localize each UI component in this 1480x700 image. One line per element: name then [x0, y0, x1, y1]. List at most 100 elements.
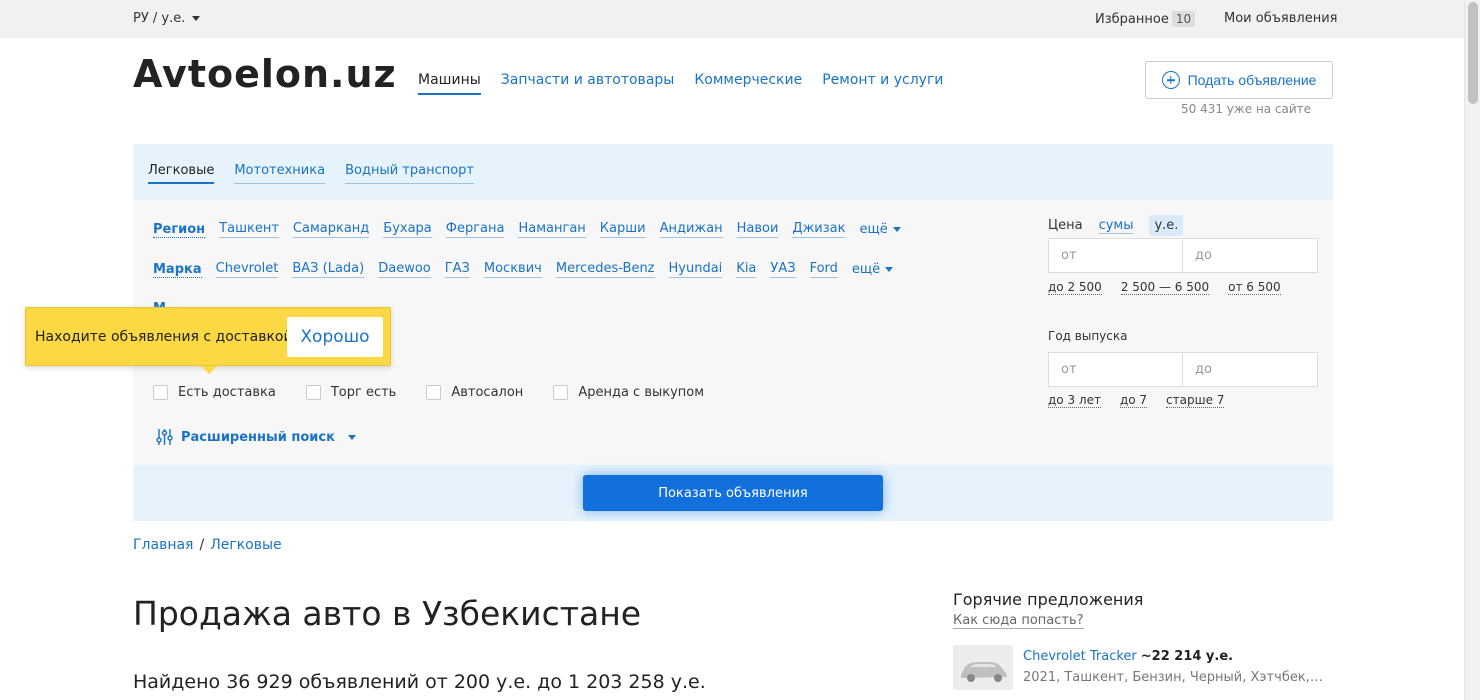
chevron-down-icon	[192, 16, 201, 21]
region-item[interactable]: Джизак	[792, 221, 846, 238]
chevron-down-icon	[885, 266, 894, 272]
delivery-tooltip: Находите объявления с доставкой Хорошо	[25, 307, 391, 374]
post-ad-button[interactable]: Подать объявление	[1145, 61, 1333, 99]
breadcrumb-home[interactable]: Главная	[133, 537, 193, 553]
tooltip-ok-button[interactable]: Хорошо	[287, 317, 383, 357]
brand-item[interactable]: Daewoo	[378, 261, 431, 278]
scrollbar-thumb[interactable]	[1468, 2, 1478, 104]
checkbox-dealer[interactable]: Автосалон	[426, 385, 523, 400]
currency-sum-toggle[interactable]: сумы	[1098, 218, 1134, 234]
favorites-count-badge: 10	[1171, 11, 1196, 27]
checkbox-lease[interactable]: Аренда с выкупом	[553, 385, 704, 400]
brand-item[interactable]: Hyundai	[668, 261, 723, 278]
region-label[interactable]: Регион	[153, 222, 206, 238]
price-from-input[interactable]	[1048, 238, 1183, 273]
results-summary: Найдено 36 929 объявлений от 200 у.е. до…	[133, 671, 706, 693]
plus-circle-icon	[1161, 71, 1180, 89]
nav-cars[interactable]: Машины	[418, 72, 481, 95]
year-quick-link[interactable]: до 7	[1119, 393, 1148, 408]
brand-item[interactable]: Ford	[809, 261, 838, 278]
page-scrollbar[interactable]	[1464, 0, 1480, 700]
site-logo[interactable]: Avtoelon.uz	[133, 52, 397, 96]
tab-moto[interactable]: Мототехника	[234, 163, 326, 184]
brand-label[interactable]: Марка	[153, 262, 202, 278]
year-quick-link[interactable]: до 3 лет	[1048, 393, 1101, 408]
breadcrumb-cars[interactable]: Легковые	[210, 537, 281, 553]
main-nav: Машины Запчасти и автотовары Коммерчески…	[418, 72, 943, 95]
year-quick-links: до 3 лет до 7 старше 7	[1048, 393, 1225, 408]
post-ad-label: Подать объявление	[1187, 72, 1317, 88]
tab-water[interactable]: Водный транспорт	[345, 163, 474, 184]
page-title: Продажа авто в Узбекистане	[133, 594, 642, 633]
online-count: 50 431 уже на сайте	[1181, 102, 1312, 116]
language-currency-selector[interactable]: РУ / у.е.	[133, 11, 201, 26]
hot-offers-how-link[interactable]: Как сюда попасть?	[953, 613, 1084, 629]
region-item[interactable]: Карши	[599, 221, 646, 238]
option-checkboxes: Есть доставка Торг есть Автосалон Аренда…	[153, 385, 734, 400]
brand-item[interactable]: Chevrolet	[215, 261, 279, 278]
price-label: Цена	[1048, 218, 1083, 233]
favorites-label: Избранное	[1095, 12, 1169, 27]
checkbox-label: Торг есть	[330, 385, 397, 400]
hot-offer-title: Chevrolet Tracker ~22 214 у.е.	[1023, 649, 1233, 664]
tab-cars[interactable]: Легковые	[148, 163, 215, 184]
region-item[interactable]: Наманган	[518, 221, 586, 238]
chevron-down-icon	[347, 434, 356, 440]
price-to-input[interactable]	[1183, 238, 1318, 273]
region-item[interactable]: Андижан	[659, 221, 723, 238]
currency-ue-toggle[interactable]: у.е.	[1149, 215, 1184, 236]
price-range	[1048, 238, 1318, 273]
year-quick-link[interactable]: старше 7	[1166, 393, 1225, 408]
advanced-search-toggle[interactable]: Расширенный поиск	[156, 428, 356, 446]
hot-offer-description: 2021, Ташкент, Бензин, Черный, Хэтчбек, …	[1023, 670, 1323, 685]
checkbox-box[interactable]	[153, 385, 168, 400]
region-item[interactable]: Самарканд	[292, 221, 370, 238]
brand-item[interactable]: УАЗ	[770, 261, 796, 278]
price-quick-link[interactable]: до 2 500	[1048, 280, 1102, 295]
language-currency-label: РУ / у.е.	[133, 11, 186, 26]
tooltip-text: Находите объявления с доставкой	[35, 329, 293, 345]
hot-offer-link[interactable]: Chevrolet Tracker	[1023, 649, 1137, 664]
show-ads-button[interactable]: Показать объявления	[583, 475, 883, 511]
checkbox-box[interactable]	[553, 385, 569, 400]
breadcrumb: Главная / Легковые	[133, 537, 282, 553]
vehicle-type-tabs: Легковые Мототехника Водный транспорт	[133, 144, 1333, 200]
favorites-link[interactable]: Избранное 10	[1095, 11, 1196, 27]
region-more-dropdown[interactable]: ещё	[859, 222, 901, 238]
my-ads-link[interactable]: Мои объявления	[1224, 11, 1337, 26]
price-quick-link[interactable]: от 6 500	[1228, 280, 1281, 295]
year-to-input[interactable]	[1183, 352, 1318, 387]
brand-item[interactable]: Kia	[736, 261, 757, 278]
hot-offer-thumbnail[interactable]	[953, 645, 1013, 690]
brand-more-dropdown[interactable]: ещё	[851, 261, 894, 278]
brand-item[interactable]: ВАЗ (Lada)	[292, 261, 365, 278]
checkbox-bargain[interactable]: Торг есть	[305, 385, 397, 400]
checkbox-label: Есть доставка	[178, 385, 276, 400]
brand-item[interactable]: ГАЗ	[444, 261, 470, 278]
year-from-input[interactable]	[1048, 352, 1183, 387]
nav-parts[interactable]: Запчасти и автотовары	[501, 72, 675, 95]
year-range	[1048, 352, 1318, 387]
checkbox-box[interactable]	[305, 385, 321, 400]
chevron-down-icon	[892, 226, 901, 232]
region-item[interactable]: Навои	[736, 221, 779, 238]
price-quick-links: до 2 500 2 500 — 6 500 от 6 500	[1048, 280, 1281, 295]
checkbox-label: Аренда с выкупом	[578, 385, 705, 400]
region-item[interactable]: Ташкент	[219, 221, 279, 238]
brand-item[interactable]: Mercedes-Benz	[555, 261, 655, 278]
checkbox-box[interactable]	[426, 385, 442, 400]
checkbox-delivery[interactable]: Есть доставка	[153, 385, 276, 400]
advanced-search-label: Расширенный поиск	[181, 429, 335, 445]
more-label: ещё	[851, 261, 881, 277]
tooltip-arrow	[201, 366, 217, 374]
nav-repair[interactable]: Ремонт и услуги	[822, 72, 943, 95]
nav-commercial[interactable]: Коммерческие	[694, 72, 802, 95]
region-item[interactable]: Фергана	[445, 221, 505, 238]
year-label: Год выпуска	[1048, 329, 1128, 343]
car-icon	[961, 662, 1007, 682]
hot-offers-title: Горячие предложения	[953, 590, 1144, 609]
brand-filter-row: Марка Chevrolet ВАЗ (Lada) Daewoo ГАЗ Мо…	[153, 261, 894, 278]
region-item[interactable]: Бухара	[383, 221, 432, 238]
brand-item[interactable]: Москвич	[483, 261, 542, 278]
price-quick-link[interactable]: 2 500 — 6 500	[1120, 280, 1210, 295]
